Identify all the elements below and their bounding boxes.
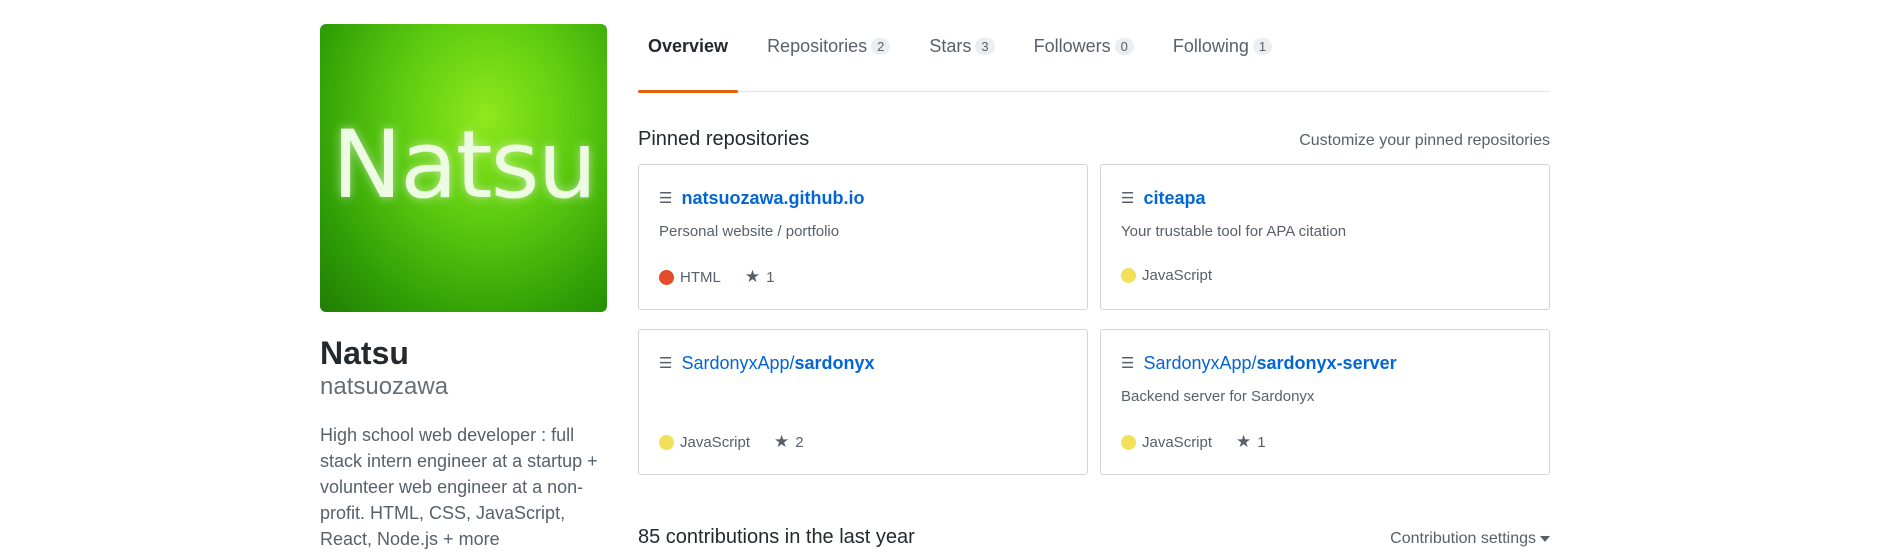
tab-label: Repositories [767, 35, 868, 56]
tab-stars[interactable]: Stars 3 [919, 0, 1004, 92]
language-color-dot [659, 434, 674, 450]
contributions-header: 85 contributions in the last year Contri… [638, 526, 1550, 549]
repo-link[interactable]: natsuozawa.github.io [681, 188, 864, 209]
profile-bio: High school web developer : full stack i… [320, 425, 598, 549]
pinned-repo-card: ☰ SardonyxApp/sardonyx JavaScript ★ 2 [638, 329, 1088, 475]
language-color-dot [1121, 434, 1136, 450]
contribution-settings-dropdown[interactable]: Contribution settings [1390, 530, 1550, 548]
tab-label: Overview [648, 35, 729, 56]
repo-language: JavaScript [1142, 267, 1213, 284]
pinned-repo-card: ☰ SardonyxApp/sardonyx-server Backend se… [1100, 329, 1550, 475]
repo-icon: ☰ [659, 354, 673, 372]
tab-label: Stars [929, 35, 972, 56]
repo-name: citeapa [1143, 187, 1206, 208]
pinned-header: Pinned repositories Customize your pinne… [638, 128, 1550, 151]
pinned-repo-card: ☰ natsuozawa.github.io Personal website … [638, 164, 1088, 310]
tab-label: Followers [1033, 35, 1111, 56]
repo-icon: ☰ [1121, 354, 1135, 372]
tab-counter: 0 [1114, 37, 1134, 55]
caret-down-icon [1540, 536, 1550, 542]
language-color-dot [1121, 268, 1136, 283]
star-icon[interactable]: ★ [774, 432, 789, 452]
repo-meta: JavaScript ★ 2 [659, 432, 804, 452]
repo-link[interactable]: SardonyxApp/sardonyx [681, 353, 874, 374]
repo-icon: ☰ [659, 189, 673, 207]
tab-counter: 1 [1252, 37, 1273, 55]
tab-label: Following [1172, 35, 1249, 56]
profile-main: Overview Repositories 2 Stars 3 Follower… [638, 0, 1550, 548]
profile-fullname: Natsu [320, 335, 409, 371]
repo-description [659, 388, 1067, 408]
repo-link[interactable]: citeapa [1143, 188, 1205, 209]
star-icon[interactable]: ★ [1236, 432, 1251, 452]
repo-name: natsuozawa.github.io [681, 187, 865, 208]
tab-followers[interactable]: Followers 0 [1024, 0, 1144, 92]
repo-language: HTML [680, 268, 721, 286]
pinned-title: Pinned repositories [638, 128, 810, 150]
contributions-title: 85 contributions in the last year [638, 526, 915, 548]
repo-meta: HTML ★ 1 [659, 267, 774, 287]
contribution-settings-label: Contribution settings [1390, 530, 1536, 547]
repo-name: sardonyx-server [1256, 352, 1397, 373]
repo-name: sardonyx [794, 352, 875, 373]
tab-following[interactable]: Following 1 [1163, 0, 1282, 92]
repo-stars[interactable]: 1 [1257, 434, 1265, 451]
profile-tabs: Overview Repositories 2 Stars 3 Follower… [638, 0, 1550, 93]
repo-stars[interactable]: 2 [795, 434, 803, 451]
repo-owner: SardonyxApp/ [681, 352, 795, 373]
tab-overview[interactable]: Overview [638, 0, 739, 93]
repo-meta: JavaScript ★ 1 [1121, 432, 1266, 452]
repo-language: JavaScript [1142, 433, 1213, 451]
repo-stars[interactable]: 1 [766, 269, 774, 286]
repo-link[interactable]: SardonyxApp/sardonyx-server [1143, 353, 1396, 374]
tab-counter: 2 [871, 37, 891, 55]
profile-username: natsuozawa [320, 373, 449, 400]
repo-description: Your trustable tool for APA citation [1121, 223, 1347, 240]
tab-repositories[interactable]: Repositories 2 [757, 0, 900, 92]
repo-icon: ☰ [1121, 189, 1135, 207]
language-color-dot [659, 269, 674, 285]
pinned-repo-card: ☰ citeapa Your trustable tool for APA ci… [1100, 164, 1550, 310]
repo-meta: JavaScript [1121, 267, 1236, 284]
repo-owner: SardonyxApp/ [1143, 352, 1257, 373]
avatar-logo-text: Natsu [331, 110, 597, 220]
tab-counter: 3 [975, 37, 995, 55]
customize-pinned-link[interactable]: Customize your pinned repositories [1299, 132, 1550, 150]
repo-description: Backend server for Sardonyx [1121, 388, 1315, 405]
profile-sidebar: Natsu Natsu natsuozawa High school web d… [320, 24, 608, 552]
repo-language: JavaScript [680, 433, 751, 451]
star-icon[interactable]: ★ [745, 267, 760, 287]
repo-description: Personal website / portfolio [659, 223, 840, 240]
avatar[interactable]: Natsu [320, 24, 607, 312]
